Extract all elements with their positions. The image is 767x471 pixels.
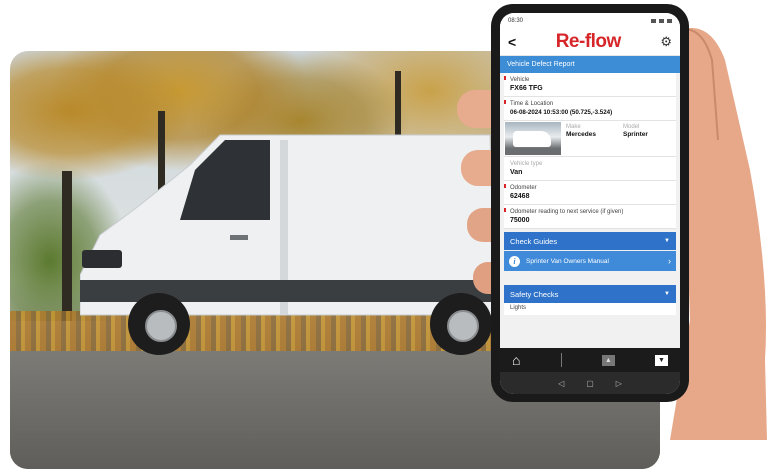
battery-icon (667, 19, 672, 23)
vehicle-field[interactable]: Vehicle FX66 TFG (504, 73, 676, 97)
page-title: Vehicle Defect Report (500, 56, 680, 73)
phone-screen: 08:30 < Re-flow ⚙ Vehicle Defect Report … (500, 13, 680, 394)
make-field: Make Mercedes (562, 121, 619, 156)
status-icons (651, 19, 672, 23)
scroll-down-button[interactable]: ▼ (654, 354, 668, 366)
field-value: 75000 (510, 217, 530, 224)
wifi-icon (659, 19, 664, 23)
owners-manual-link[interactable]: i Sprinter Van Owners Manual › (504, 251, 676, 271)
field-value: Mercedes (566, 131, 596, 138)
system-nav-bar: ◁ ▢ ▷ (500, 372, 680, 394)
field-value: FX66 TFG (510, 85, 543, 92)
system-back-icon[interactable]: ◁ (558, 379, 564, 388)
scroll-up-button[interactable]: ▲ (601, 354, 615, 366)
nav-divider (560, 353, 562, 367)
vehicle-thumbnail (505, 122, 561, 155)
model-field: Model Sprinter (619, 121, 676, 156)
odometer-field[interactable]: Odometer 62468 (504, 181, 676, 205)
field-label: Make (566, 124, 581, 130)
field-label: Odometer reading to next service (if giv… (510, 209, 624, 215)
back-button[interactable]: < (508, 35, 516, 49)
field-value: 06-08-2024 10:53:00 (50.725,-3.524) (510, 109, 613, 116)
field-label: Vehicle type (510, 161, 543, 167)
field-label: Vehicle (510, 77, 530, 83)
vehicle-details-row: Make Mercedes Model Sprinter (504, 121, 676, 157)
lights-label: Lights (504, 303, 676, 315)
status-bar: 08:30 (500, 13, 680, 29)
white-van (80, 125, 500, 357)
caret-down-icon: ▼ (664, 291, 670, 297)
status-time: 08:30 (508, 18, 524, 24)
accordion-label: Safety Checks (510, 289, 559, 299)
bottom-nav: ⌂ ▲ ▼ (500, 348, 680, 372)
system-recent-icon[interactable]: ▷ (616, 379, 622, 388)
chevron-right-icon: › (668, 256, 671, 266)
time-location-field[interactable]: Time & Location 06-08-2024 10:53:00 (50.… (504, 97, 676, 121)
check-guides-accordion[interactable]: Check Guides ▼ (504, 232, 676, 250)
front-wheel (128, 293, 190, 355)
field-label: Model (623, 124, 640, 130)
gear-icon[interactable]: ⚙ (660, 34, 672, 50)
accordion-label: Check Guides (510, 236, 558, 246)
signal-icon (651, 19, 656, 23)
odometer-next-service-field[interactable]: Odometer reading to next service (if giv… (504, 205, 676, 229)
system-home-icon[interactable]: ▢ (586, 379, 594, 388)
field-value: Van (510, 169, 523, 176)
caret-down-icon: ▼ (664, 238, 670, 244)
app-logo: Re-flow (555, 31, 622, 52)
home-icon[interactable]: ⌂ (512, 352, 520, 368)
field-label: Odometer (510, 185, 537, 191)
manual-link-label: Sprinter Van Owners Manual (526, 257, 609, 265)
safety-checks-accordion[interactable]: Safety Checks ▼ (504, 285, 676, 303)
field-value: Sprinter (623, 131, 648, 138)
field-value: 62468 (510, 193, 530, 200)
field-label: Time & Location (510, 101, 554, 107)
info-icon: i (509, 255, 520, 267)
vehicle-type-field: Vehicle type Van (504, 157, 676, 181)
tree-trunk (62, 171, 72, 321)
app-header: < Re-flow ⚙ (500, 29, 680, 56)
